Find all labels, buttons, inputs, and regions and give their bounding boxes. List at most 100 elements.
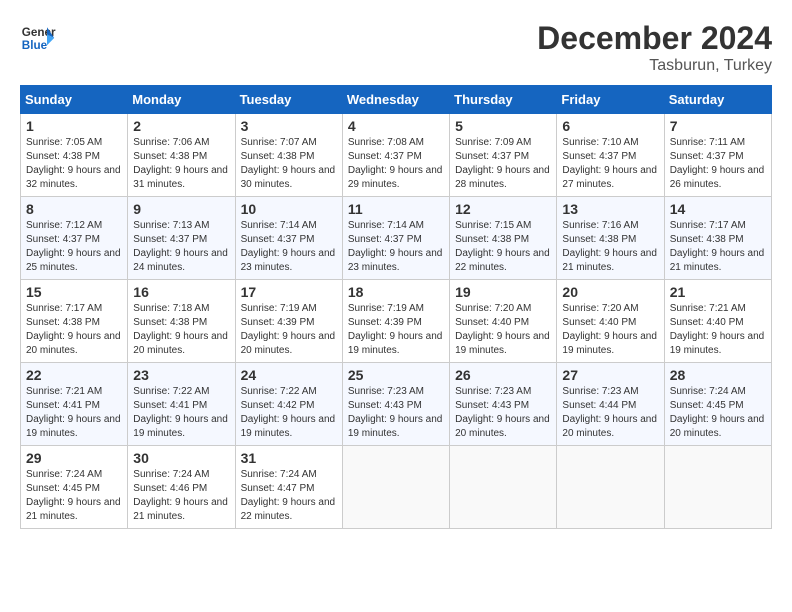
day-cell: 28 Sunrise: 7:24 AMSunset: 4:45 PMDayligh… bbox=[664, 363, 771, 446]
day-number: 21 bbox=[670, 284, 766, 300]
day-cell: 3Sunrise: 7:07 AMSunset: 4:38 PMDaylight… bbox=[235, 114, 342, 197]
week-row-3: 15 Sunrise: 7:17 AMSunset: 4:38 PMDayligh… bbox=[21, 280, 772, 363]
day-number: 7 bbox=[670, 118, 766, 134]
day-number: 25 bbox=[348, 367, 444, 383]
header-thursday: Thursday bbox=[450, 86, 557, 114]
day-info: Sunrise: 7:17 AMSunset: 4:38 PMDaylight:… bbox=[26, 302, 122, 358]
day-number: 4 bbox=[348, 118, 444, 134]
day-cell: 21 Sunrise: 7:21 AMSunset: 4:40 PMDayligh… bbox=[664, 280, 771, 363]
calendar-table: SundayMondayTuesdayWednesdayThursdayFrid… bbox=[20, 85, 772, 529]
day-number: 17 bbox=[241, 284, 337, 300]
day-cell: 15 Sunrise: 7:17 AMSunset: 4:38 PMDayligh… bbox=[21, 280, 128, 363]
day-info: Sunrise: 7:22 AMSunset: 4:42 PMDaylight:… bbox=[241, 385, 337, 441]
day-number: 20 bbox=[562, 284, 658, 300]
week-row-4: 22Sunrise: 7:21 AMSunset: 4:41 PMDayligh… bbox=[21, 363, 772, 446]
day-info: Sunrise: 7:22 AMSunset: 4:41 PMDaylight:… bbox=[133, 385, 229, 441]
day-cell: 8Sunrise: 7:12 AMSunset: 4:37 PMDaylight… bbox=[21, 197, 128, 280]
day-number: 18 bbox=[348, 284, 444, 300]
header-sunday: Sunday bbox=[21, 86, 128, 114]
day-number: 3 bbox=[241, 118, 337, 134]
day-number: 13 bbox=[562, 201, 658, 217]
day-cell: 5 Sunrise: 7:09 AMSunset: 4:37 PMDaylight… bbox=[450, 114, 557, 197]
day-info: Sunrise: 7:14 AMSunset: 4:37 PMDaylight:… bbox=[241, 219, 337, 275]
day-cell: 23 Sunrise: 7:22 AMSunset: 4:41 PMDayligh… bbox=[128, 363, 235, 446]
day-cell: 30 Sunrise: 7:24 AMSunset: 4:46 PMDayligh… bbox=[128, 446, 235, 529]
day-cell: 4Sunrise: 7:08 AMSunset: 4:37 PMDaylight… bbox=[342, 114, 449, 197]
day-number: 8 bbox=[26, 201, 122, 217]
day-info: Sunrise: 7:19 AMSunset: 4:39 PMDaylight:… bbox=[348, 302, 444, 358]
day-info: Sunrise: 7:15 AMSunset: 4:38 PMDaylight:… bbox=[455, 219, 551, 275]
day-number: 30 bbox=[133, 450, 229, 466]
day-info: Sunrise: 7:05 AMSunset: 4:38 PMDaylight:… bbox=[26, 136, 122, 192]
month-title: December 2024 bbox=[537, 20, 772, 57]
day-cell: 27 Sunrise: 7:23 AMSunset: 4:44 PMDayligh… bbox=[557, 363, 664, 446]
day-info: Sunrise: 7:20 AMSunset: 4:40 PMDaylight:… bbox=[562, 302, 658, 358]
day-info: Sunrise: 7:21 AMSunset: 4:40 PMDaylight:… bbox=[670, 302, 766, 358]
day-info: Sunrise: 7:18 AMSunset: 4:38 PMDaylight:… bbox=[133, 302, 229, 358]
day-number: 16 bbox=[133, 284, 229, 300]
day-cell: 17Sunrise: 7:19 AMSunset: 4:39 PMDayligh… bbox=[235, 280, 342, 363]
day-info: Sunrise: 7:24 AMSunset: 4:46 PMDaylight:… bbox=[133, 468, 229, 524]
day-info: Sunrise: 7:17 AMSunset: 4:38 PMDaylight:… bbox=[670, 219, 766, 275]
day-number: 9 bbox=[133, 201, 229, 217]
week-row-5: 29 Sunrise: 7:24 AMSunset: 4:45 PMDayligh… bbox=[21, 446, 772, 529]
header-tuesday: Tuesday bbox=[235, 86, 342, 114]
day-cell: 1 Sunrise: 7:05 AMSunset: 4:38 PMDaylight… bbox=[21, 114, 128, 197]
day-info: Sunrise: 7:06 AMSunset: 4:38 PMDaylight:… bbox=[133, 136, 229, 192]
day-info: Sunrise: 7:23 AMSunset: 4:43 PMDaylight:… bbox=[348, 385, 444, 441]
day-info: Sunrise: 7:24 AMSunset: 4:45 PMDaylight:… bbox=[26, 468, 122, 524]
day-number: 28 bbox=[670, 367, 766, 383]
day-cell: 16 Sunrise: 7:18 AMSunset: 4:38 PMDayligh… bbox=[128, 280, 235, 363]
day-cell: 7 Sunrise: 7:11 AMSunset: 4:37 PMDaylight… bbox=[664, 114, 771, 197]
day-cell: 22Sunrise: 7:21 AMSunset: 4:41 PMDayligh… bbox=[21, 363, 128, 446]
day-number: 5 bbox=[455, 118, 551, 134]
day-number: 23 bbox=[133, 367, 229, 383]
day-number: 31 bbox=[241, 450, 337, 466]
day-cell: 6 Sunrise: 7:10 AMSunset: 4:37 PMDaylight… bbox=[557, 114, 664, 197]
day-info: Sunrise: 7:24 AMSunset: 4:45 PMDaylight:… bbox=[670, 385, 766, 441]
title-area: December 2024 Tasburun, Turkey bbox=[537, 20, 772, 75]
day-cell: 31 Sunrise: 7:24 AMSunset: 4:47 PMDayligh… bbox=[235, 446, 342, 529]
day-info: Sunrise: 7:14 AMSunset: 4:37 PMDaylight:… bbox=[348, 219, 444, 275]
day-cell: 24 Sunrise: 7:22 AMSunset: 4:42 PMDayligh… bbox=[235, 363, 342, 446]
day-info: Sunrise: 7:13 AMSunset: 4:37 PMDaylight:… bbox=[133, 219, 229, 275]
day-info: Sunrise: 7:23 AMSunset: 4:44 PMDaylight:… bbox=[562, 385, 658, 441]
day-info: Sunrise: 7:09 AMSunset: 4:37 PMDaylight:… bbox=[455, 136, 551, 192]
day-cell: 20 Sunrise: 7:20 AMSunset: 4:40 PMDayligh… bbox=[557, 280, 664, 363]
day-number: 1 bbox=[26, 118, 122, 134]
header-monday: Monday bbox=[128, 86, 235, 114]
day-cell: 13 Sunrise: 7:16 AMSunset: 4:38 PMDayligh… bbox=[557, 197, 664, 280]
day-number: 2 bbox=[133, 118, 229, 134]
day-number: 26 bbox=[455, 367, 551, 383]
day-cell bbox=[664, 446, 771, 529]
day-cell: 19 Sunrise: 7:20 AMSunset: 4:40 PMDayligh… bbox=[450, 280, 557, 363]
svg-text:Blue: Blue bbox=[22, 39, 48, 52]
day-info: Sunrise: 7:24 AMSunset: 4:47 PMDaylight:… bbox=[241, 468, 337, 524]
day-info: Sunrise: 7:10 AMSunset: 4:37 PMDaylight:… bbox=[562, 136, 658, 192]
day-cell: 12Sunrise: 7:15 AMSunset: 4:38 PMDayligh… bbox=[450, 197, 557, 280]
day-number: 27 bbox=[562, 367, 658, 383]
week-row-1: 1 Sunrise: 7:05 AMSunset: 4:38 PMDaylight… bbox=[21, 114, 772, 197]
day-info: Sunrise: 7:11 AMSunset: 4:37 PMDaylight:… bbox=[670, 136, 766, 192]
page-header: General Blue December 2024 Tasburun, Tur… bbox=[20, 20, 772, 75]
day-cell bbox=[342, 446, 449, 529]
day-number: 29 bbox=[26, 450, 122, 466]
week-row-2: 8Sunrise: 7:12 AMSunset: 4:37 PMDaylight… bbox=[21, 197, 772, 280]
day-number: 24 bbox=[241, 367, 337, 383]
day-number: 14 bbox=[670, 201, 766, 217]
day-info: Sunrise: 7:21 AMSunset: 4:41 PMDaylight:… bbox=[26, 385, 122, 441]
logo-icon: General Blue bbox=[20, 20, 56, 56]
day-number: 15 bbox=[26, 284, 122, 300]
day-number: 19 bbox=[455, 284, 551, 300]
day-info: Sunrise: 7:16 AMSunset: 4:38 PMDaylight:… bbox=[562, 219, 658, 275]
day-info: Sunrise: 7:23 AMSunset: 4:43 PMDaylight:… bbox=[455, 385, 551, 441]
header-wednesday: Wednesday bbox=[342, 86, 449, 114]
day-cell bbox=[450, 446, 557, 529]
day-cell: 2 Sunrise: 7:06 AMSunset: 4:38 PMDaylight… bbox=[128, 114, 235, 197]
day-number: 6 bbox=[562, 118, 658, 134]
day-number: 11 bbox=[348, 201, 444, 217]
day-cell: 11 Sunrise: 7:14 AMSunset: 4:37 PMDayligh… bbox=[342, 197, 449, 280]
header-saturday: Saturday bbox=[664, 86, 771, 114]
day-info: Sunrise: 7:20 AMSunset: 4:40 PMDaylight:… bbox=[455, 302, 551, 358]
day-number: 10 bbox=[241, 201, 337, 217]
